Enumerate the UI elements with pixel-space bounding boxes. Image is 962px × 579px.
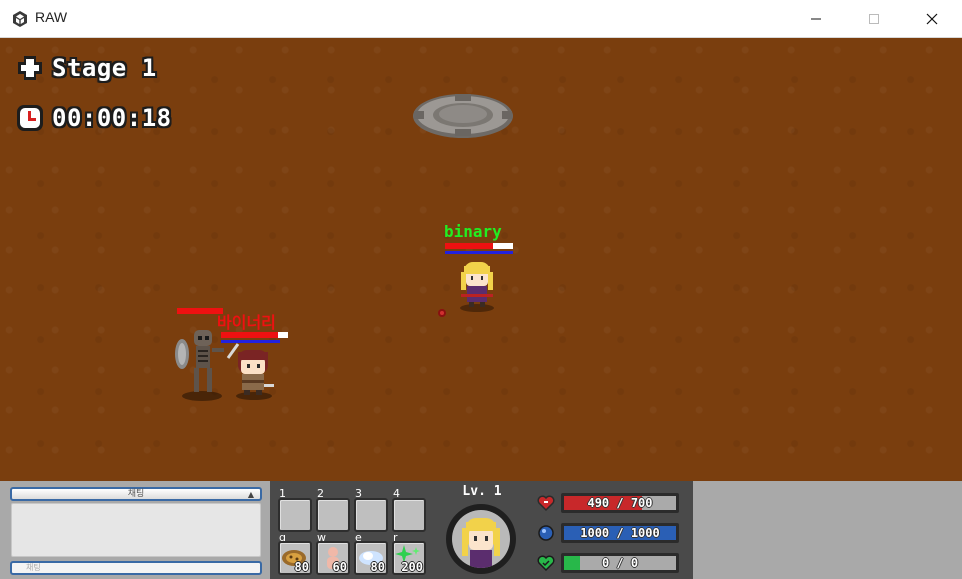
exp-heart-icon [537, 555, 555, 572]
skill-slot-q[interactable]: 80 [278, 541, 312, 575]
skill-cost: 80 [294, 560, 309, 574]
skill-slot-r[interactable]: 200 [392, 541, 426, 575]
chat-header-label: 채팅 [127, 489, 145, 499]
triangle-up-icon[interactable]: ▲ [248, 490, 254, 500]
minimize-button[interactable] [787, 0, 845, 37]
mp-bar: 1000 / 1000 [561, 523, 679, 543]
item-slot-3[interactable] [354, 498, 388, 532]
level-label: Lv. 1 [462, 484, 502, 499]
unity-cube-icon [13, 11, 27, 27]
bottom-ui: 채팅 ▲ 채팅 1 2 3 4 q 80 w 60 e 80 r 200 Lv.… [0, 481, 962, 579]
chat-input[interactable]: 채팅 [10, 561, 262, 575]
chat-input-placeholder: 채팅 [26, 563, 41, 572]
close-button[interactable] [903, 0, 961, 37]
player-name-binary: binary [444, 222, 502, 241]
stage-label: Stage 1 [52, 54, 157, 82]
skill-cost: 80 [370, 560, 385, 574]
dropped-item[interactable] [437, 308, 447, 318]
skill-slot-e[interactable]: 80 [354, 541, 388, 575]
hp-text: 490 / 700 [587, 496, 653, 510]
stage-indicator: Stage 1 [14, 52, 157, 84]
window-title: RAW [35, 9, 68, 25]
game-viewport[interactable]: Stage 1 00:00:18 binary 바이너리 [0, 38, 962, 481]
item-slot-2[interactable] [316, 498, 350, 532]
exp-bar: 0 / 0 [561, 553, 679, 573]
maximize-button[interactable] [845, 0, 903, 37]
chat-header[interactable]: 채팅 ▲ [10, 487, 262, 501]
player-binary-sprite[interactable] [456, 258, 498, 312]
player-binary-mp-bar [445, 251, 513, 254]
item-slot-1[interactable] [278, 498, 312, 532]
chat-log[interactable] [11, 503, 261, 557]
minimize-icon [811, 18, 821, 19]
player-korean-sprite[interactable] [226, 340, 280, 402]
skill-cost: 60 [332, 560, 347, 574]
close-icon [926, 13, 938, 24]
player-binary-bars [445, 243, 513, 254]
window-titlebar: RAW [0, 0, 962, 38]
exp-text: 0 / 0 [601, 556, 639, 570]
mana-orb-icon [538, 525, 554, 541]
heart-icon [537, 495, 555, 512]
puzzle-icon [18, 56, 42, 80]
maximize-icon [869, 13, 879, 24]
player-korean-hp-bar [221, 332, 288, 338]
chat-panel: 채팅 ▲ 채팅 [10, 487, 262, 575]
portrait-image [462, 518, 500, 568]
item-slot-4[interactable] [392, 498, 426, 532]
mp-text: 1000 / 1000 [580, 526, 660, 540]
skill-slot-w[interactable]: 60 [316, 541, 350, 575]
skill-cost: 200 [401, 560, 423, 574]
stone-portal[interactable] [412, 92, 514, 140]
clock-icon [17, 105, 43, 131]
character-portrait[interactable] [446, 504, 516, 574]
timer-indicator: 00:00:18 [14, 102, 172, 134]
timer-text: 00:00:18 [52, 104, 172, 132]
action-panel: 1 2 3 4 q 80 w 60 e 80 r 200 Lv. 1 490 /… [270, 481, 693, 579]
player-name-korean: 바이너리 [217, 313, 276, 332]
player-korean-bars [221, 332, 288, 343]
skeleton-shield-enemy[interactable] [172, 326, 228, 402]
hp-bar: 490 / 700 [561, 493, 679, 513]
player-binary-hp-bar [445, 243, 513, 249]
